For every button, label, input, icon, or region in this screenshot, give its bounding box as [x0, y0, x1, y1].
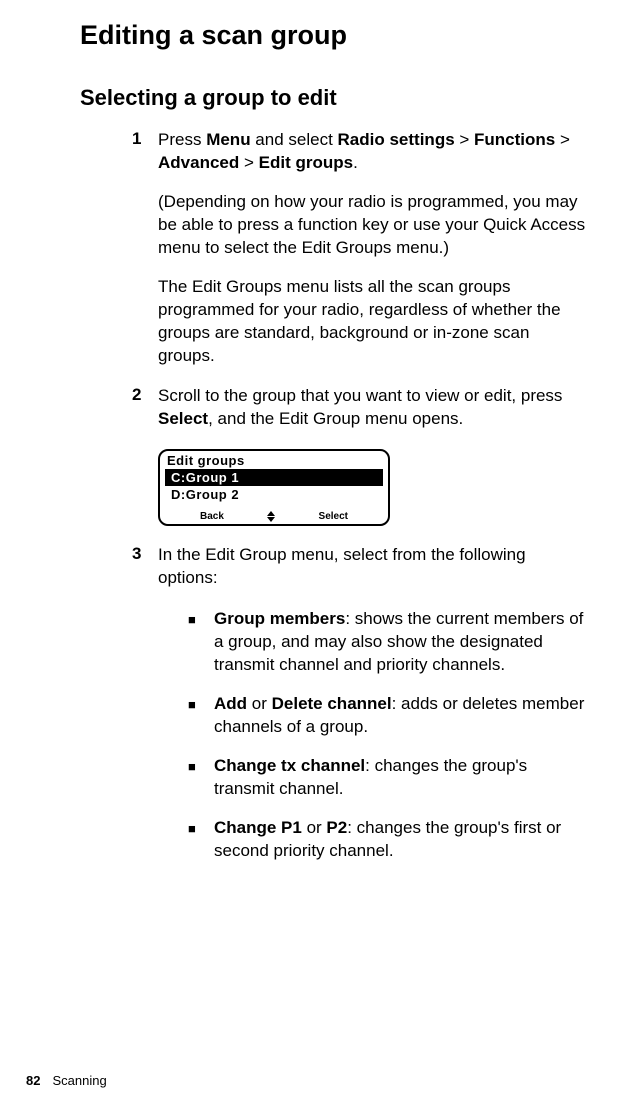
- arrow-up-icon: [267, 511, 275, 516]
- step-1: 1 Press Menu and select Radio settings >…: [132, 129, 586, 367]
- heading-1: Editing a scan group: [80, 20, 586, 51]
- step-number: 2: [132, 385, 158, 431]
- bullet-text: Change P1 or P2: changes the group's fir…: [214, 817, 586, 863]
- bold-menu: Menu: [206, 130, 250, 149]
- display-softkey-row: Back Select: [160, 511, 388, 523]
- softkey-back: Back: [200, 511, 224, 522]
- softkey-select: Select: [319, 511, 348, 522]
- display-selected-line: C:Group 1: [165, 469, 383, 486]
- page-number: 82: [26, 1073, 40, 1088]
- step-paragraph: The Edit Groups menu lists all the scan …: [158, 276, 586, 368]
- section-name: Scanning: [52, 1073, 106, 1088]
- bold-select: Select: [158, 409, 208, 428]
- page-body: Editing a scan group Selecting a group t…: [0, 0, 644, 863]
- square-bullet-icon: ■: [188, 817, 214, 863]
- step-paragraph: (Depending on how your radio is programm…: [158, 191, 586, 260]
- step-number: 1: [132, 129, 158, 367]
- step-number: 3: [132, 544, 158, 590]
- bold-edit-groups: Edit groups: [259, 153, 353, 172]
- step-3: 3 In the Edit Group menu, select from th…: [132, 544, 586, 590]
- bold-functions: Functions: [474, 130, 555, 149]
- bullet-text: Group members: shows the current members…: [214, 608, 586, 677]
- step-body: Scroll to the group that you want to vie…: [158, 385, 586, 431]
- bullet-list: ■ Group members: shows the current membe…: [188, 608, 586, 862]
- bold-radio-settings: Radio settings: [338, 130, 455, 149]
- step-paragraph: Scroll to the group that you want to vie…: [158, 385, 586, 431]
- list-item: ■ Add or Delete channel: adds or deletes…: [188, 693, 586, 739]
- arrow-down-icon: [267, 517, 275, 522]
- heading-2: Selecting a group to edit: [80, 85, 586, 111]
- square-bullet-icon: ■: [188, 693, 214, 739]
- bold-advanced: Advanced: [158, 153, 239, 172]
- bullet-text: Change tx channel: changes the group's t…: [214, 755, 586, 801]
- list-item: ■ Change tx channel: changes the group's…: [188, 755, 586, 801]
- page-footer: 82 Scanning: [26, 1073, 107, 1088]
- square-bullet-icon: ■: [188, 608, 214, 677]
- display-line: D:Group 2: [160, 487, 388, 502]
- bullet-text: Add or Delete channel: adds or deletes m…: [214, 693, 586, 739]
- updown-arrows-icon: [267, 511, 275, 522]
- square-bullet-icon: ■: [188, 755, 214, 801]
- step-body: In the Edit Group menu, select from the …: [158, 544, 586, 590]
- display-title: Edit groups: [160, 451, 388, 468]
- step-paragraph: In the Edit Group menu, select from the …: [158, 544, 586, 590]
- step-2: 2 Scroll to the group that you want to v…: [132, 385, 586, 431]
- step-body: Press Menu and select Radio settings > F…: [158, 129, 586, 367]
- list-item: ■ Change P1 or P2: changes the group's f…: [188, 817, 586, 863]
- radio-display-illustration: Edit groups C:Group 1 D:Group 2 Back Sel…: [158, 449, 390, 526]
- step-paragraph: Press Menu and select Radio settings > F…: [158, 129, 586, 175]
- list-item: ■ Group members: shows the current membe…: [188, 608, 586, 677]
